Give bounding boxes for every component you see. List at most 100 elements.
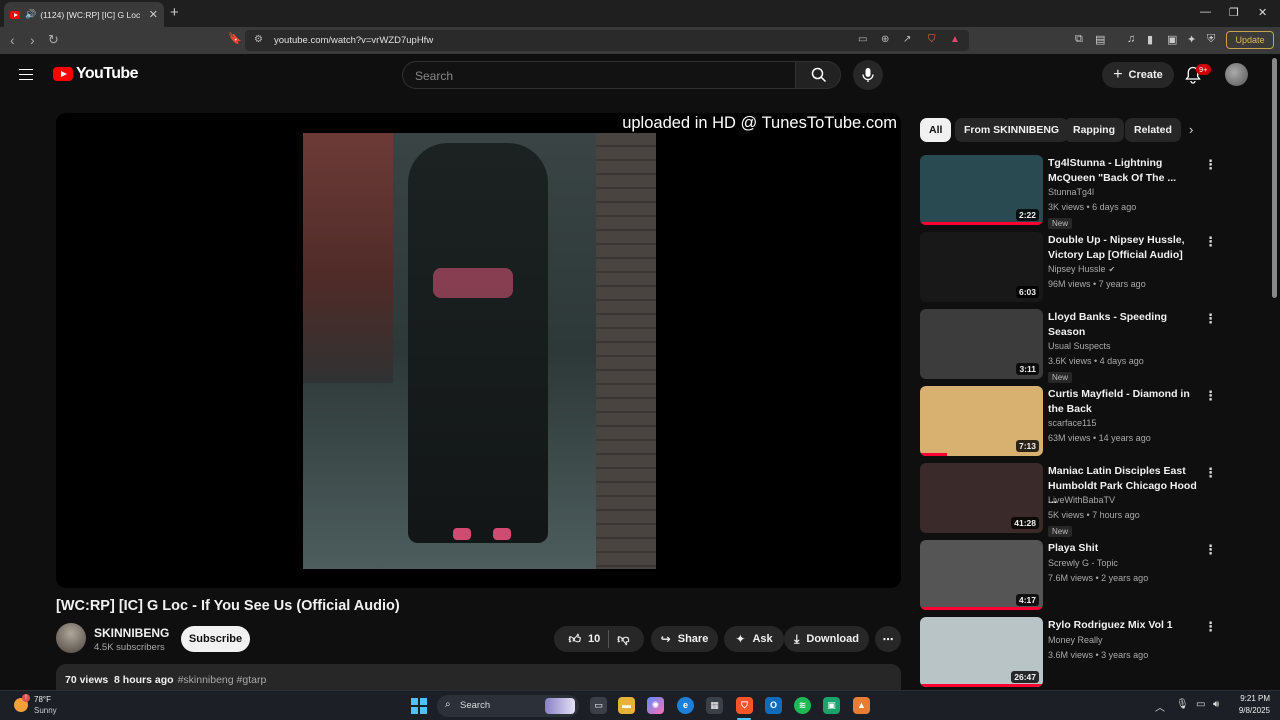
taskbar-search[interactable]: ⌕ Search bbox=[437, 695, 579, 717]
recommendation-item[interactable]: 7:13 Curtis Mayfield - Diamond in the Bac… bbox=[920, 386, 1220, 456]
recommendation-channel[interactable]: Screwly G - Topic bbox=[1048, 558, 1118, 568]
back-icon[interactable]: ‹ bbox=[10, 32, 15, 48]
browser-tab[interactable]: 🔊 (1124) [WC:RP] [IC] G Loc - If ✕ bbox=[4, 2, 164, 27]
update-button[interactable]: Update bbox=[1226, 31, 1274, 49]
subscribe-button[interactable]: Subscribe bbox=[181, 626, 250, 652]
download-button[interactable]: ⤓ Download bbox=[784, 626, 869, 652]
ask-button[interactable]: ✦ Ask bbox=[724, 626, 784, 652]
edge-icon[interactable]: e bbox=[677, 697, 694, 714]
page-scrollbar[interactable] bbox=[1272, 58, 1277, 298]
recommendation-item[interactable]: 41:28 Maniac Latin Disciples East Humbold… bbox=[920, 463, 1220, 537]
recommendation-thumbnail[interactable]: 7:13 bbox=[920, 386, 1043, 456]
forward-icon[interactable]: › bbox=[30, 32, 35, 48]
task-view-icon[interactable]: ▭ bbox=[590, 697, 607, 714]
vlc-icon[interactable]: ▲ bbox=[853, 697, 870, 714]
voice-search-button[interactable] bbox=[853, 60, 883, 90]
recommendation-title[interactable]: Curtis Mayfield - Diamond in the Back bbox=[1048, 387, 1200, 416]
recommendation-item[interactable]: 26:47 Rylo Rodriguez Mix Vol 1 Money Reall… bbox=[920, 617, 1220, 687]
more-vertical-icon[interactable]: ⋮ bbox=[1204, 465, 1217, 481]
search-input[interactable]: Search bbox=[402, 61, 796, 89]
close-window-icon[interactable]: ✕ bbox=[1258, 6, 1267, 19]
brave-shield-icon[interactable]: ⛉ bbox=[928, 34, 936, 45]
url-bar[interactable]: ⚙ youtube.com/watch?v=vrWZD7upHfw ▭ ⊕ ↗ … bbox=[245, 30, 969, 51]
bookmark-icon[interactable]: 🔖 bbox=[228, 32, 242, 45]
chat-app-icon[interactable]: ▣ bbox=[823, 697, 840, 714]
recommendation-title[interactable]: Lloyd Banks - Speeding Season bbox=[1048, 310, 1200, 339]
search-button[interactable] bbox=[795, 61, 841, 89]
audio-playing-icon[interactable]: 🔊 bbox=[25, 9, 36, 20]
menu-icon[interactable] bbox=[19, 69, 33, 80]
url-text[interactable]: youtube.com/watch?v=vrWZD7upHfw bbox=[274, 35, 433, 46]
more-vertical-icon[interactable]: ⋮ bbox=[1204, 311, 1217, 327]
brave-rewards-icon[interactable]: ▲ bbox=[950, 34, 960, 45]
recommendation-channel[interactable]: Usual Suspects bbox=[1048, 341, 1111, 351]
weather-temperature[interactable]: 78°F bbox=[34, 695, 51, 704]
dislike-icon[interactable]: 👎︎ bbox=[617, 632, 629, 647]
more-vertical-icon[interactable]: ⋮ bbox=[1204, 157, 1217, 173]
leo-ai-icon[interactable]: ✦ bbox=[1187, 33, 1196, 46]
recommendation-item[interactable]: 2:22 Tg4lStunna - Lightning McQueen "Back… bbox=[920, 155, 1220, 229]
zoom-icon[interactable]: ⊕ bbox=[881, 34, 889, 45]
tray-volume-icon[interactable]: 🔊︎ bbox=[1213, 699, 1219, 710]
windows-start-icon[interactable] bbox=[411, 698, 427, 714]
taskbar-time[interactable]: 9:21 PM bbox=[1232, 694, 1270, 703]
brave-browser-icon[interactable]: ⛉ bbox=[736, 697, 753, 714]
tray-network-icon[interactable]: ▭ bbox=[1196, 699, 1205, 710]
like-icon[interactable]: 👍︎ bbox=[569, 632, 582, 647]
more-vertical-icon[interactable]: ⋮ bbox=[1204, 234, 1217, 250]
maximize-icon[interactable]: ❐ bbox=[1229, 6, 1239, 19]
recommendation-title[interactable]: Double Up - Nipsey Hussle, Victory Lap [… bbox=[1048, 233, 1200, 262]
outlook-icon[interactable]: O bbox=[765, 697, 782, 714]
tray-overflow-icon[interactable]: ︿ bbox=[1155, 699, 1165, 714]
chevron-right-icon[interactable]: › bbox=[1189, 122, 1193, 137]
reload-icon[interactable]: ↻ bbox=[48, 32, 59, 48]
tray-mic-icon[interactable]: 🎙︎ bbox=[1176, 699, 1189, 710]
more-vertical-icon[interactable]: ⋮ bbox=[1204, 542, 1217, 558]
recommendation-item[interactable]: 6:03 Double Up - Nipsey Hussle, Victory L… bbox=[920, 232, 1220, 302]
youtube-logo-icon[interactable] bbox=[53, 67, 73, 81]
copilot-icon[interactable]: ✺ bbox=[647, 697, 664, 714]
recommendation-item[interactable]: 4:17 Playa Shit Screwly G - Topic 7.6M view… bbox=[920, 540, 1220, 610]
recommendation-channel[interactable]: scarface115 bbox=[1048, 418, 1096, 428]
recommendation-item[interactable]: 3:11 Lloyd Banks - Speeding Season Usual S… bbox=[920, 309, 1220, 383]
new-tab-button[interactable]: + bbox=[170, 4, 179, 21]
like-count[interactable]: 10 bbox=[588, 633, 600, 645]
recommendation-channel[interactable]: Nipsey Hussle ✔ bbox=[1048, 264, 1115, 274]
reader-icon[interactable]: ▤ bbox=[1095, 33, 1105, 46]
close-tab-icon[interactable]: ✕ bbox=[149, 8, 158, 21]
recommendation-thumbnail[interactable]: 2:22 bbox=[920, 155, 1043, 225]
cast-icon[interactable]: ▭ bbox=[858, 34, 867, 45]
microsoft-store-icon[interactable]: ▦ bbox=[706, 697, 723, 714]
recommendation-title[interactable]: Playa Shit bbox=[1048, 541, 1200, 556]
recommendation-thumbnail[interactable]: 3:11 bbox=[920, 309, 1043, 379]
sidebar-icon[interactable]: ▮ bbox=[1147, 33, 1153, 46]
more-vertical-icon[interactable]: ⋮ bbox=[1204, 388, 1217, 404]
recommendation-title[interactable]: Tg4lStunna - Lightning McQueen "Back Of … bbox=[1048, 156, 1200, 185]
recommendation-channel[interactable]: Money Really bbox=[1048, 635, 1103, 645]
taskbar-date[interactable]: 9/8/2025 bbox=[1232, 706, 1270, 715]
minimize-icon[interactable]: — bbox=[1200, 6, 1211, 18]
recommendation-thumbnail[interactable]: 41:28 bbox=[920, 463, 1043, 533]
account-avatar[interactable] bbox=[1225, 63, 1248, 86]
recommendation-channel[interactable]: StunnaTg4l bbox=[1048, 187, 1094, 197]
chip-related[interactable]: Related bbox=[1125, 118, 1181, 142]
recommendation-channel[interactable]: LiveWithBabaTV bbox=[1048, 495, 1115, 505]
chip-rapping[interactable]: Rapping bbox=[1064, 118, 1124, 142]
share-page-icon[interactable]: ↗ bbox=[903, 34, 911, 45]
recommendation-thumbnail[interactable]: 6:03 bbox=[920, 232, 1043, 302]
channel-avatar[interactable] bbox=[56, 623, 86, 653]
create-button[interactable]: + Create bbox=[1102, 62, 1174, 88]
channel-name[interactable]: SKINNIBENG bbox=[94, 626, 169, 640]
chip-all[interactable]: All bbox=[920, 118, 952, 142]
vpn-icon[interactable]: ⛨ bbox=[1207, 33, 1215, 46]
video-player[interactable]: uploaded in HD @ TunesToTube.com bbox=[56, 113, 901, 588]
wallet-icon[interactable]: ▣ bbox=[1167, 33, 1177, 46]
recommendation-thumbnail[interactable]: 4:17 bbox=[920, 540, 1043, 610]
site-info-icon[interactable]: ⚙ bbox=[254, 34, 263, 45]
recommendation-thumbnail[interactable]: 26:47 bbox=[920, 617, 1043, 687]
hashtags[interactable]: #skinnibeng #gtarp bbox=[178, 674, 267, 686]
more-vertical-icon[interactable]: ⋮ bbox=[1204, 619, 1217, 635]
chip-from-channel[interactable]: From SKINNIBENG bbox=[955, 118, 1069, 142]
weather-condition[interactable]: Sunny bbox=[34, 706, 57, 715]
extensions-icon[interactable]: ⧉ bbox=[1075, 33, 1083, 46]
